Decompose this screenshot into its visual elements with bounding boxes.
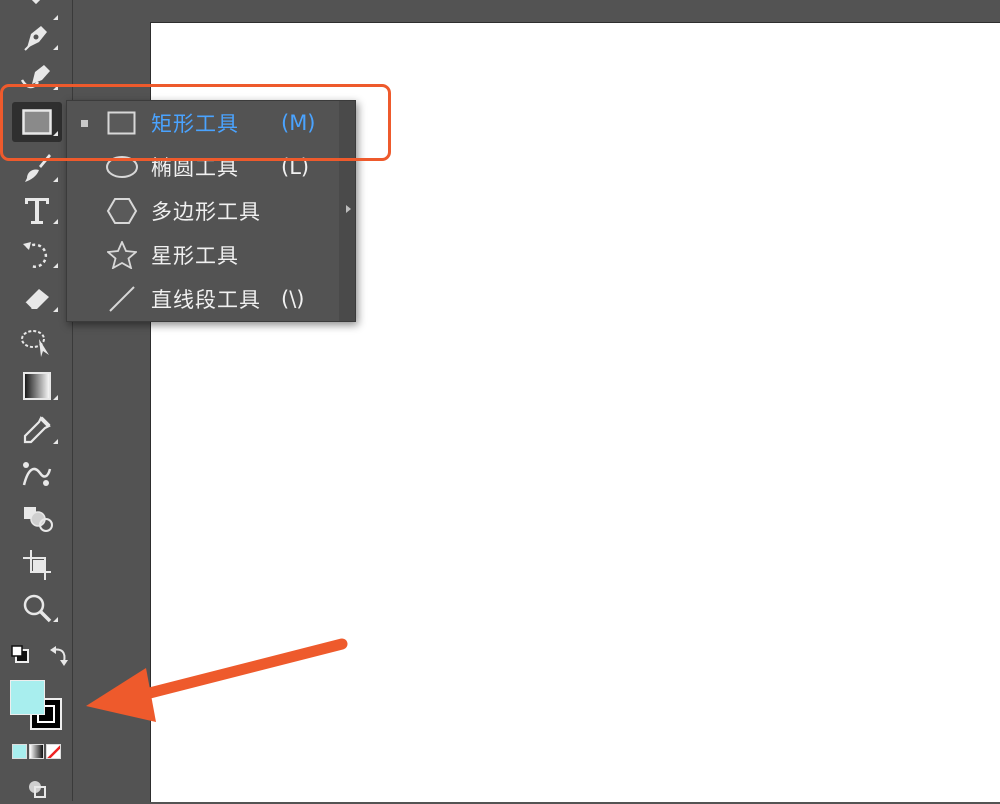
gradient-mode-button[interactable] [29, 744, 44, 759]
flyout-item-polygon[interactable]: 多边形工具 [67, 189, 337, 233]
line-segment-icon [105, 285, 139, 313]
swap-colors-button[interactable] [48, 644, 70, 666]
pen-icon [21, 20, 53, 52]
tearoff-arrow-icon[interactable] [346, 205, 351, 213]
shape-builder-tool[interactable] [12, 498, 62, 538]
default-colors-icon [10, 645, 32, 670]
swap-arrow-icon [48, 646, 70, 670]
default-colors-button[interactable] [10, 644, 32, 666]
color-mode-button[interactable] [12, 744, 27, 759]
draw-normal-icon [26, 781, 48, 804]
type-tool[interactable] [12, 190, 62, 230]
flyout-item-label: 多边形工具 [151, 200, 261, 224]
annotation-highlight-box [0, 84, 391, 161]
zoom-tool[interactable] [12, 588, 62, 628]
polygon-icon [105, 197, 139, 225]
flyout-item-star[interactable]: 星形工具 [67, 233, 337, 277]
fill-color-swatch[interactable] [10, 680, 45, 715]
star-icon [105, 241, 139, 269]
color-mode-row [12, 744, 61, 759]
flyout-item-shortcut: (\) [281, 287, 305, 311]
gradient-tool[interactable] [12, 366, 62, 406]
rotate-tool[interactable] [12, 234, 62, 274]
rotate-icon [21, 238, 53, 270]
lasso-select-tool[interactable] [12, 322, 62, 362]
flyout-item-line-segment[interactable]: 直线段工具 (\) [67, 277, 337, 321]
shape-builder-icon [20, 503, 54, 533]
eraser-tool[interactable] [12, 278, 62, 318]
artboard-tool[interactable] [12, 544, 62, 584]
blend-tool[interactable] [12, 454, 62, 494]
eraser-icon [21, 283, 53, 313]
flyout-item-label: 直线段工具 [151, 288, 261, 312]
eyedropper-tool[interactable] [12, 410, 62, 450]
pen-tool[interactable] [12, 16, 62, 56]
eyedropper-icon [21, 414, 53, 446]
blend-icon [20, 459, 54, 489]
artboard-icon [21, 548, 53, 580]
drawing-mode-button[interactable] [26, 778, 48, 804]
type-icon [22, 194, 52, 226]
annotation-arrow-icon [80, 630, 350, 734]
none-mode-button[interactable] [46, 744, 61, 759]
gradient-icon [23, 372, 51, 400]
flyout-item-label: 星形工具 [151, 244, 239, 268]
lasso-icon [19, 325, 55, 359]
magnifier-icon [21, 592, 53, 624]
